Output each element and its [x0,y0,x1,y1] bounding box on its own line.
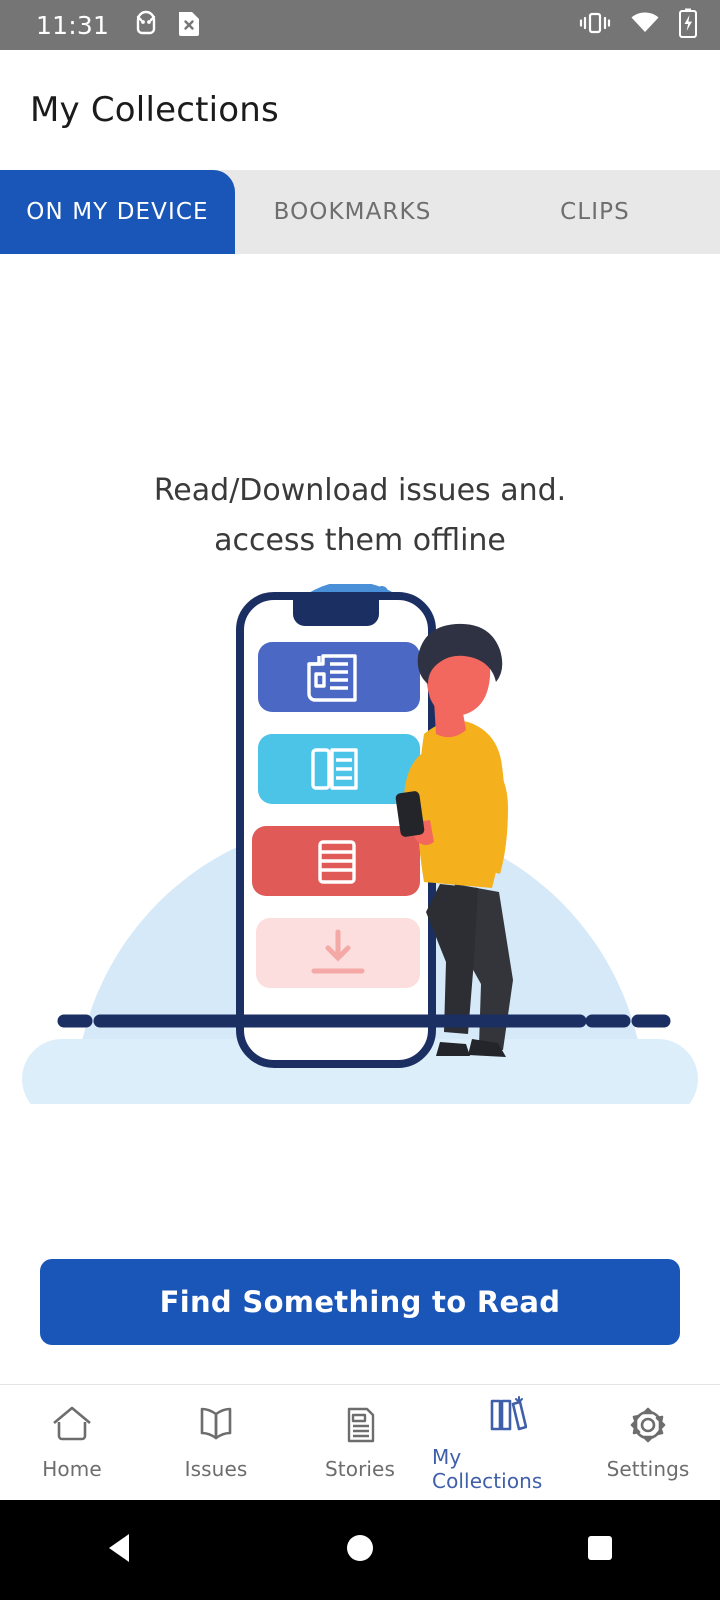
square-recents-icon [583,1530,617,1570]
empty-state-text: Read/Download issues and. access them of… [0,466,720,566]
tab-clips[interactable]: CLIPS [470,170,720,254]
status-bar-time: 11:31 [36,10,110,40]
article-icon [337,1404,383,1450]
gear-icon [625,1404,671,1450]
open-book-icon [193,1404,239,1450]
android-navigation-bar [0,1500,720,1600]
nav-item-settings-label: Settings [606,1457,690,1481]
nav-item-stories[interactable]: Stories [288,1385,432,1501]
tab-bar: ON MY DEVICE BOOKMARKS CLIPS [0,170,720,254]
wifi-icon [630,11,660,39]
magazine-card [258,734,420,804]
vibrate-icon [578,11,612,39]
nav-item-settings[interactable]: Settings [576,1385,720,1501]
main-content: Read/Download issues and. access them of… [0,254,720,1389]
status-bar: 11:31 [0,0,720,50]
nav-item-my-collections-label: My Collections [432,1445,543,1493]
bottom-navigation: Home Issues Stories My Collections Setti… [0,1384,720,1500]
recents-button[interactable] [480,1530,720,1570]
nav-item-home[interactable]: Home [0,1385,144,1501]
article-card [252,826,420,896]
sim-card-missing-icon [177,8,201,42]
empty-state-line-2: access them offline [214,523,506,558]
newspaper-card [258,642,420,712]
home-icon [49,1404,95,1450]
page-title: My Collections [30,90,279,130]
books-icon [481,1392,528,1438]
download-card [256,918,420,988]
phone-notch [293,600,379,626]
tab-clips-label: CLIPS [560,199,630,225]
circle-home-icon [343,1530,377,1570]
nav-item-issues[interactable]: Issues [144,1385,288,1501]
triangle-back-icon [103,1530,137,1570]
nav-item-my-collections[interactable]: My Collections [432,1385,576,1501]
nav-item-home-label: Home [42,1457,102,1481]
home-button[interactable] [240,1530,480,1570]
tab-on-my-device[interactable]: ON MY DEVICE [0,170,235,254]
nav-item-stories-label: Stories [325,1457,395,1481]
tab-on-my-device-label: ON MY DEVICE [26,199,209,225]
status-bar-left-icons [133,8,201,42]
tab-bookmarks[interactable]: BOOKMARKS [235,170,470,254]
battery-charging-icon [678,8,698,42]
find-something-to-read-button[interactable]: Find Something to Read [40,1259,680,1345]
tab-bookmarks-label: BOOKMARKS [273,199,432,225]
back-button[interactable] [0,1530,240,1570]
offline-reading-illustration [0,581,720,1389]
status-bar-right-icons [578,8,698,42]
nav-item-issues-label: Issues [184,1457,248,1481]
app-bar: My Collections [0,50,720,170]
empty-state-line-1: Read/Download issues and. [153,473,567,508]
android-debug-icon [133,9,159,41]
cta-container: Find Something to Read [0,1259,720,1345]
